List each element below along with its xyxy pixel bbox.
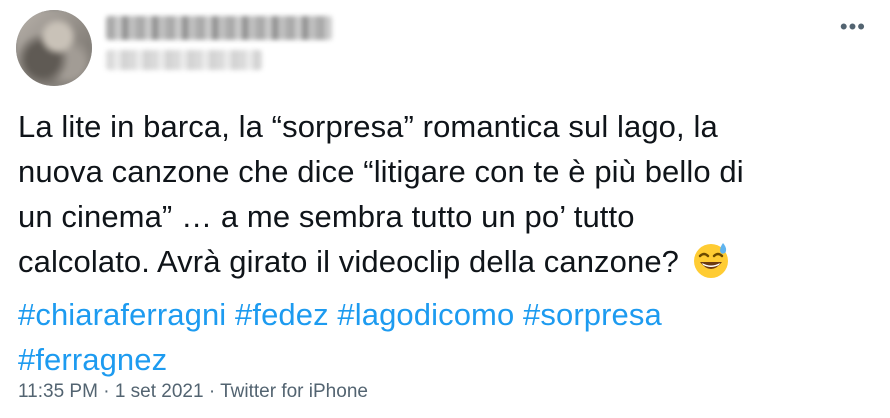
hashtag-row: #chiaraferragni #fedez #lagodicomo #sorp… [18,292,868,337]
username-blurred[interactable] [106,50,262,70]
hashtag-ferragnez[interactable]: #ferragnez [18,342,167,377]
hashtag-sorpresa[interactable]: #sorpresa [523,297,662,332]
tweet-card: ••• La lite in barca, la “sorpresa” roma… [0,0,890,418]
tweet-time-link[interactable]: 11:35 PM [18,381,98,402]
tweet-date-link[interactable]: 1 set 2021 [115,381,204,402]
separator-dot: · [97,381,115,402]
tweet-text-segment: calcolato. Avrà girato il videoclip dell… [18,244,679,279]
avatar[interactable] [16,10,92,86]
hashtag-fedez[interactable]: #fedez [235,297,329,332]
tweet-text-line-with-emoji: calcolato. Avrà girato il videoclip dell… [18,239,868,292]
more-options-button[interactable]: ••• [840,16,866,38]
tweet-text-line: La lite in barca, la “sorpresa” romantic… [18,109,718,144]
tweet-source-link[interactable]: Twitter for iPhone [220,381,368,402]
hashtag-chiaraferragni[interactable]: #chiaraferragni [18,297,226,332]
avatar-image-blurred [16,10,92,86]
tweet-text: La lite in barca, la “sorpresa” romantic… [18,104,868,382]
more-horizontal-icon: ••• [839,14,866,39]
tweet-text-line: nuova canzone che dice “litigare con te … [18,154,744,189]
grinning-face-with-sweat-icon [691,240,731,292]
hashtag-row: #ferragnez [18,337,868,382]
separator-dot: · [203,381,221,402]
display-name-blurred[interactable] [106,16,332,40]
tweet-text-line: un cinema” … a me sembra tutto un po’ tu… [18,199,635,234]
tweet-metadata: 11:35 PM · 1 set 2021 · Twitter for iPho… [18,380,368,404]
hashtag-lagodicomo[interactable]: #lagodicomo [337,297,514,332]
